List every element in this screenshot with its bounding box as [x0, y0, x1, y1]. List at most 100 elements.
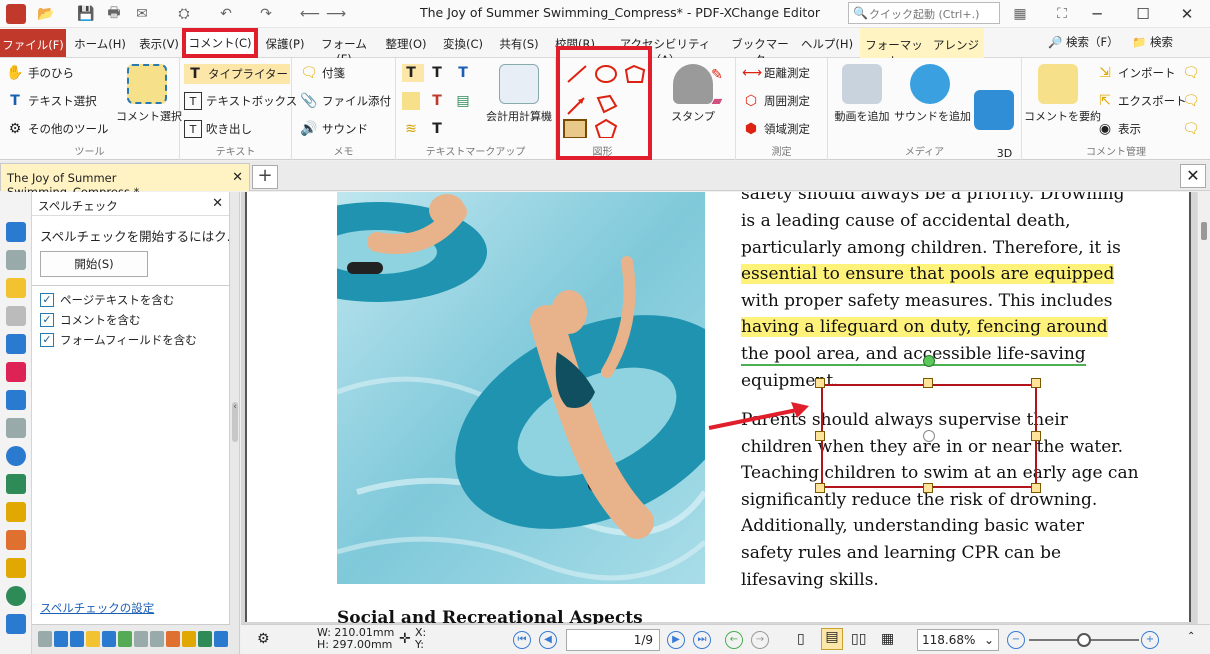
eraser-tool[interactable]: ▰: [708, 92, 730, 110]
text-note-tool[interactable]: T: [428, 120, 450, 138]
text-select-tool[interactable]: T テキスト選択: [6, 92, 96, 110]
export-button[interactable]: ⇱ エクスポート: [1096, 92, 1187, 110]
tab-home[interactable]: ホーム(H): [70, 33, 130, 55]
attachments-icon[interactable]: [6, 306, 26, 326]
option-form-fields[interactable]: ✓ フォームフィールドを含む: [32, 330, 229, 350]
continuous-page-icon[interactable]: ▤: [821, 628, 843, 650]
last-page-button[interactable]: ⏭: [693, 631, 711, 649]
panel-splitter[interactable]: ‹: [230, 192, 240, 654]
panel-tab-icon[interactable]: [54, 631, 68, 647]
sound-tool[interactable]: 🔊 サウンド: [300, 120, 368, 138]
panel-tab-icon[interactable]: [182, 631, 196, 647]
panel-tab-icon[interactable]: [150, 631, 164, 647]
pages-icon[interactable]: [6, 250, 26, 270]
order-icon[interactable]: [6, 558, 26, 578]
links-icon[interactable]: [6, 502, 26, 522]
ui-options-icon[interactable]: ▦: [1008, 3, 1032, 25]
panel-tab-icon[interactable]: [38, 631, 52, 647]
panel-tab-icon[interactable]: [86, 631, 100, 647]
tab-view[interactable]: 表示(V): [134, 33, 184, 55]
summarize-comments-button[interactable]: コメントを要約: [1024, 64, 1101, 124]
maximize-button[interactable]: ☐: [1120, 0, 1166, 28]
start-button[interactable]: 開始(S): [40, 251, 148, 277]
tab-convert[interactable]: 変換(C): [438, 33, 488, 55]
pencil-tool[interactable]: ✎: [708, 66, 730, 84]
tab-bookmark[interactable]: ブックマーク: [728, 33, 792, 67]
forward-icon[interactable]: ⟶: [324, 3, 348, 25]
search-button[interactable]: 📁 検索: [1132, 34, 1173, 50]
zoom-in-button[interactable]: +: [1141, 631, 1159, 649]
resize-handle[interactable]: [1031, 431, 1041, 441]
print-icon[interactable]: 🖶: [102, 3, 126, 25]
tab-form[interactable]: フォーム(F): [314, 33, 374, 66]
tab-file[interactable]: ファイル(F): [0, 29, 66, 57]
calculator-button[interactable]: 会計用計算機: [484, 64, 554, 124]
tab-arrange[interactable]: アレンジ: [928, 28, 984, 58]
close-all-tabs-button[interactable]: ✕: [1180, 164, 1206, 188]
email-icon[interactable]: ✉: [130, 3, 154, 25]
file-attach-tool[interactable]: 📎 ファイル添付: [300, 92, 391, 110]
accessibility-icon[interactable]: [6, 586, 26, 606]
zoom-out-button[interactable]: −: [1007, 631, 1025, 649]
highlight-area-tool[interactable]: [402, 92, 424, 110]
textbox-tool[interactable]: T テキストボックス: [184, 92, 297, 110]
back-icon[interactable]: ⟵: [298, 3, 322, 25]
resize-handle[interactable]: [923, 378, 933, 388]
comments-icon[interactable]: [6, 278, 26, 298]
tab-share[interactable]: 共有(S): [494, 33, 544, 55]
comment-style-3[interactable]: 🗨: [1182, 120, 1204, 138]
document-icon[interactable]: [6, 334, 26, 354]
zoom-slider-knob[interactable]: [1077, 633, 1091, 647]
panel-tab-icon[interactable]: [70, 631, 84, 647]
structure-icon[interactable]: [6, 474, 26, 494]
status-chevron-icon[interactable]: ⌃: [1187, 631, 1195, 642]
option-page-text[interactable]: ✓ ページテキストを含む: [32, 290, 229, 310]
tab-protect[interactable]: 保護(P): [260, 33, 310, 55]
add-sound-button[interactable]: サウンドを追加: [894, 64, 971, 124]
add-video-button[interactable]: 動画を追加: [830, 64, 894, 124]
callout-tool[interactable]: T 吹き出し: [184, 120, 252, 138]
comment-select-button[interactable]: コメント選択: [116, 64, 182, 124]
checkbox-checked-icon[interactable]: ✓: [40, 313, 54, 327]
panel-tab-icon[interactable]: [198, 631, 212, 647]
close-icon[interactable]: ✕: [232, 170, 243, 185]
redo-icon[interactable]: ↷: [254, 3, 278, 25]
options-gear-icon[interactable]: ⚙: [257, 631, 270, 647]
typewriter-tool[interactable]: T タイプライター: [184, 64, 291, 84]
close-window-button[interactable]: ✕: [1164, 0, 1210, 28]
zoom-select[interactable]: 118.68% ⌄: [917, 629, 999, 651]
area-tool[interactable]: ⬢ 領域測定: [742, 120, 810, 138]
next-page-button[interactable]: ▶: [667, 631, 685, 649]
scroll-thumb[interactable]: [1201, 222, 1207, 240]
layers-icon[interactable]: [6, 390, 26, 410]
back-view-button[interactable]: ←: [725, 631, 743, 649]
bookmarks-icon[interactable]: [6, 222, 26, 242]
other-tools[interactable]: ⚙ その他のツール: [6, 120, 109, 138]
facing-page-icon[interactable]: ▯▯: [851, 631, 866, 647]
zoom-slider[interactable]: [1029, 633, 1139, 647]
facing-continuous-icon[interactable]: ▦: [881, 631, 894, 647]
rotate-handle[interactable]: [923, 355, 935, 367]
tags-icon[interactable]: [6, 530, 26, 550]
collapse-chevron-icon[interactable]: ‹: [232, 402, 238, 442]
document-viewer[interactable]: safety should always be a priority. Drow…: [241, 192, 1197, 624]
replace-text-tool[interactable]: T: [428, 92, 450, 110]
single-page-icon[interactable]: ▯: [797, 631, 805, 647]
location-icon[interactable]: [6, 446, 26, 466]
fullscreen-icon[interactable]: ⛶: [1050, 3, 1074, 25]
panel-tab-icon[interactable]: [102, 631, 116, 647]
strikeout-text-tool[interactable]: T: [454, 64, 476, 82]
insert-text-tool[interactable]: ▤: [454, 92, 476, 110]
panel-tab-icon[interactable]: [118, 631, 132, 647]
page-number-input[interactable]: 1/9: [566, 629, 660, 651]
tab-format[interactable]: フォーマット: [860, 28, 928, 68]
checkbox-checked-icon[interactable]: ✓: [40, 333, 54, 347]
minimize-button[interactable]: ─: [1074, 0, 1120, 28]
resize-handle[interactable]: [1031, 483, 1041, 493]
panel-tab-icon[interactable]: [166, 631, 180, 647]
spellcheck-icon[interactable]: [6, 614, 26, 634]
distance-tool[interactable]: ⟷ 距離測定: [742, 64, 810, 82]
tab-organize[interactable]: 整理(O): [378, 33, 434, 55]
highlight-text-tool[interactable]: T: [402, 64, 424, 82]
resize-handle[interactable]: [815, 431, 825, 441]
